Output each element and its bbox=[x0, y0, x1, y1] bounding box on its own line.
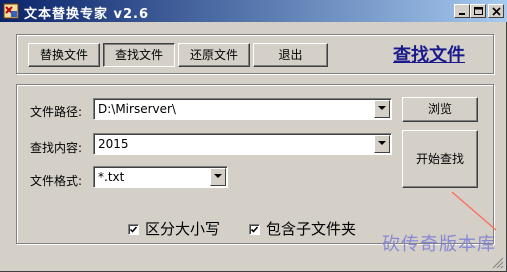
include-subfolders-checkbox[interactable]: 包含子文件夹 bbox=[249, 218, 356, 239]
start-search-button-label: 开始查找 bbox=[415, 152, 464, 166]
content-dropdown-button[interactable] bbox=[374, 135, 390, 153]
path-dropdown-button[interactable] bbox=[374, 100, 390, 118]
maximize-icon bbox=[474, 7, 483, 15]
browse-button[interactable]: 浏览 bbox=[402, 97, 478, 122]
minimize-button[interactable] bbox=[454, 4, 470, 18]
format-value: *.txt bbox=[98, 170, 125, 184]
close-button[interactable] bbox=[488, 4, 504, 18]
title-bar[interactable]: 文本替换专家 v2.6 bbox=[0, 0, 507, 22]
case-sensitive-label: 区分大小写 bbox=[145, 220, 221, 238]
tab-find-files[interactable]: 查找文件 bbox=[103, 43, 175, 67]
chevron-down-icon bbox=[378, 106, 386, 110]
annotation-line bbox=[451, 191, 497, 231]
exit-button-label: 退出 bbox=[278, 48, 303, 62]
format-combobox[interactable]: *.txt bbox=[93, 166, 228, 188]
app-icon bbox=[3, 3, 19, 19]
checkmark-icon bbox=[130, 226, 137, 233]
tab-restore-files-label: 还原文件 bbox=[189, 48, 238, 62]
maximize-button[interactable] bbox=[470, 4, 486, 18]
close-icon bbox=[492, 7, 501, 16]
format-label: 文件格式: bbox=[30, 174, 83, 188]
content-combobox[interactable]: 2015 bbox=[93, 133, 392, 155]
browse-button-label: 浏览 bbox=[427, 102, 452, 116]
exit-button[interactable]: 退出 bbox=[253, 43, 328, 67]
resize-grip-icon[interactable] bbox=[492, 257, 504, 269]
path-combobox[interactable]: D:\Mirserver\ bbox=[93, 98, 392, 120]
window-title: 文本替换专家 v2.6 bbox=[24, 7, 150, 22]
path-value: D:\Mirserver\ bbox=[98, 102, 176, 116]
checkbox-box[interactable] bbox=[128, 224, 139, 235]
include-subfolders-label: 包含子文件夹 bbox=[266, 220, 357, 238]
chevron-down-icon bbox=[214, 174, 222, 178]
case-sensitive-checkbox[interactable]: 区分大小写 bbox=[128, 218, 220, 239]
content-label: 查找内容: bbox=[30, 141, 83, 155]
watermark-text: 砍传奇版本库 bbox=[382, 234, 496, 255]
tab-replace-files[interactable]: 替换文件 bbox=[28, 43, 100, 67]
tab-replace-files-label: 替换文件 bbox=[39, 48, 88, 62]
minimize-icon bbox=[459, 13, 465, 15]
format-dropdown-button[interactable] bbox=[210, 168, 226, 186]
path-label: 文件路径: bbox=[30, 105, 83, 119]
checkmark-icon bbox=[251, 226, 258, 233]
app-window: 文本替换专家 v2.6 替换文件 查找文件 还原文件 退出 查找文件 文件路径:… bbox=[0, 0, 507, 272]
tab-find-files-label: 查找文件 bbox=[114, 48, 163, 62]
checkbox-box[interactable] bbox=[249, 224, 260, 235]
start-search-button[interactable]: 开始查找 bbox=[402, 130, 478, 188]
tab-restore-files[interactable]: 还原文件 bbox=[178, 43, 250, 67]
page-title: 查找文件 bbox=[393, 45, 465, 66]
chevron-down-icon bbox=[378, 141, 386, 145]
content-value: 2015 bbox=[98, 137, 129, 151]
